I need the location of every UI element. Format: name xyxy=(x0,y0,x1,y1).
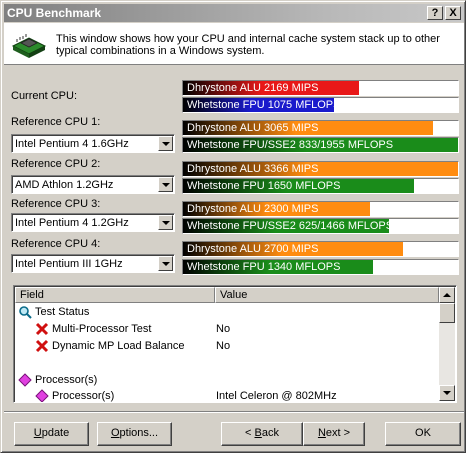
reference-3-fpu-text: Whetstone FPU/SSE2 625/1466 MFLOPS xyxy=(187,220,394,232)
reference-cpu-2-value: AMD Athlon 1.2GHz xyxy=(15,179,114,191)
reference-1-alu-text: Dhrystone ALU 3065 MIPS xyxy=(187,122,319,134)
list-item[interactable]: Processor(s) xyxy=(15,372,440,389)
row-field: Multi-Processor Test xyxy=(52,323,152,335)
row-field: Test Status xyxy=(35,306,90,318)
current-fpu-text: Whetstone FPU 1075 MFLOPS xyxy=(187,99,341,111)
reference-4-fpu-bar: Whetstone FPU 1340 MFLOPS xyxy=(182,259,459,275)
reference-1-fpu-text: Whetstone FPU/SSE2 833/1955 MFLOPS xyxy=(187,139,394,151)
scroll-down-button[interactable] xyxy=(439,385,455,401)
chevron-down-icon[interactable] xyxy=(158,256,173,271)
reference-cpu-2-label: Reference CPU 2: xyxy=(11,158,101,170)
reference-2-alu-text: Dhrystone ALU 3366 MIPS xyxy=(187,163,319,175)
list-item[interactable]: Dynamic MP Load Balance No xyxy=(15,338,440,355)
current-alu-bar: Dhrystone ALU 2169 MIPS xyxy=(182,80,459,96)
row-value: Intel Celeron @ 802MHz xyxy=(216,390,337,402)
reference-cpu-1-label: Reference CPU 1: xyxy=(11,116,101,128)
back-button[interactable]: < Back xyxy=(221,422,303,446)
reference-3-fpu-bar: Whetstone FPU/SSE2 625/1466 MFLOPS xyxy=(182,218,459,234)
reference-2-alu-bar: Dhrystone ALU 3366 MIPS xyxy=(182,161,459,177)
row-value: No xyxy=(216,323,231,335)
reference-cpu-4-value: Intel Pentium III 1GHz xyxy=(15,258,123,270)
current-fpu-bar: Whetstone FPU 1075 MFLOPS xyxy=(182,97,459,113)
reference-2-fpu-bar: Whetstone FPU 1650 MFLOPS xyxy=(182,178,459,194)
row-field: Processor(s) xyxy=(52,390,115,402)
close-button[interactable]: X xyxy=(445,6,461,20)
red-x-icon xyxy=(35,322,49,336)
reference-3-alu-bar: Dhrystone ALU 2300 MIPS xyxy=(182,201,459,217)
reference-cpu-3-value: Intel Pentium 4 1.2GHz xyxy=(15,217,129,229)
next-button[interactable]: Next > xyxy=(303,422,365,446)
current-alu-text: Dhrystone ALU 2169 MIPS xyxy=(187,82,319,94)
reference-1-alu-bar: Dhrystone ALU 3065 MIPS xyxy=(182,120,459,136)
scroll-thumb[interactable] xyxy=(439,303,455,323)
scroll-up-button[interactable] xyxy=(439,287,455,303)
column-header-value[interactable]: Value xyxy=(215,287,439,303)
reference-3-alu-text: Dhrystone ALU 2300 MIPS xyxy=(187,203,319,215)
options-button[interactable]: Options... xyxy=(97,422,172,446)
benchmark-window: CPU Benchmark ? X This window shows how … xyxy=(0,0,466,453)
processor-diamond-icon xyxy=(35,389,49,402)
reference-cpu-3-label: Reference CPU 3: xyxy=(11,198,101,210)
row-value: No xyxy=(216,340,231,352)
list-item-blank xyxy=(15,355,440,372)
reference-4-alu-bar: Dhrystone ALU 2700 MIPS xyxy=(182,241,459,257)
row-field: Processor(s) xyxy=(35,374,98,386)
magnifier-icon xyxy=(19,306,32,319)
list-item[interactable]: Multi-Processor Test No xyxy=(15,321,440,338)
ok-button[interactable]: OK xyxy=(385,422,461,446)
current-cpu-label: Current CPU: xyxy=(11,90,78,102)
reference-cpu-4-select[interactable]: Intel Pentium III 1GHz xyxy=(11,254,175,273)
help-button[interactable]: ? xyxy=(427,6,443,20)
list-item[interactable]: Test Status xyxy=(15,304,440,321)
header-panel: This window shows how your CPU and inter… xyxy=(4,23,464,65)
divider xyxy=(4,411,464,413)
chevron-down-icon[interactable] xyxy=(158,136,173,151)
cpu-chip-icon xyxy=(11,34,47,58)
reference-cpu-1-select[interactable]: Intel Pentium 4 1.6GHz xyxy=(11,134,175,153)
reference-cpu-1-value: Intel Pentium 4 1.6GHz xyxy=(15,138,129,150)
list-item[interactable]: Processor(s) Intel Celeron @ 802MHz xyxy=(15,388,440,402)
chevron-down-icon[interactable] xyxy=(158,215,173,230)
window-title: CPU Benchmark xyxy=(7,6,102,20)
chevron-down-icon[interactable] xyxy=(158,177,173,192)
processor-diamond-icon xyxy=(18,373,32,387)
reference-cpu-4-label: Reference CPU 4: xyxy=(11,238,101,250)
red-x-icon xyxy=(35,339,49,353)
column-header-field[interactable]: Field xyxy=(15,287,215,303)
info-list[interactable]: Field Value Test Status Multi-Processor … xyxy=(13,285,457,403)
vertical-scrollbar[interactable] xyxy=(439,287,455,401)
reference-4-fpu-text: Whetstone FPU 1340 MFLOPS xyxy=(187,261,341,273)
row-field: Dynamic MP Load Balance xyxy=(52,340,185,352)
reference-1-fpu-bar: Whetstone FPU/SSE2 833/1955 MFLOPS xyxy=(182,137,459,153)
reference-cpu-3-select[interactable]: Intel Pentium 4 1.2GHz xyxy=(11,213,175,232)
reference-2-fpu-text: Whetstone FPU 1650 MFLOPS xyxy=(187,180,341,192)
header-description: This window shows how your CPU and inter… xyxy=(56,33,440,57)
reference-4-alu-text: Dhrystone ALU 2700 MIPS xyxy=(187,243,319,255)
title-bar[interactable]: CPU Benchmark ? X xyxy=(4,4,464,22)
reference-cpu-2-select[interactable]: AMD Athlon 1.2GHz xyxy=(11,175,175,194)
update-button[interactable]: Update xyxy=(14,422,89,446)
